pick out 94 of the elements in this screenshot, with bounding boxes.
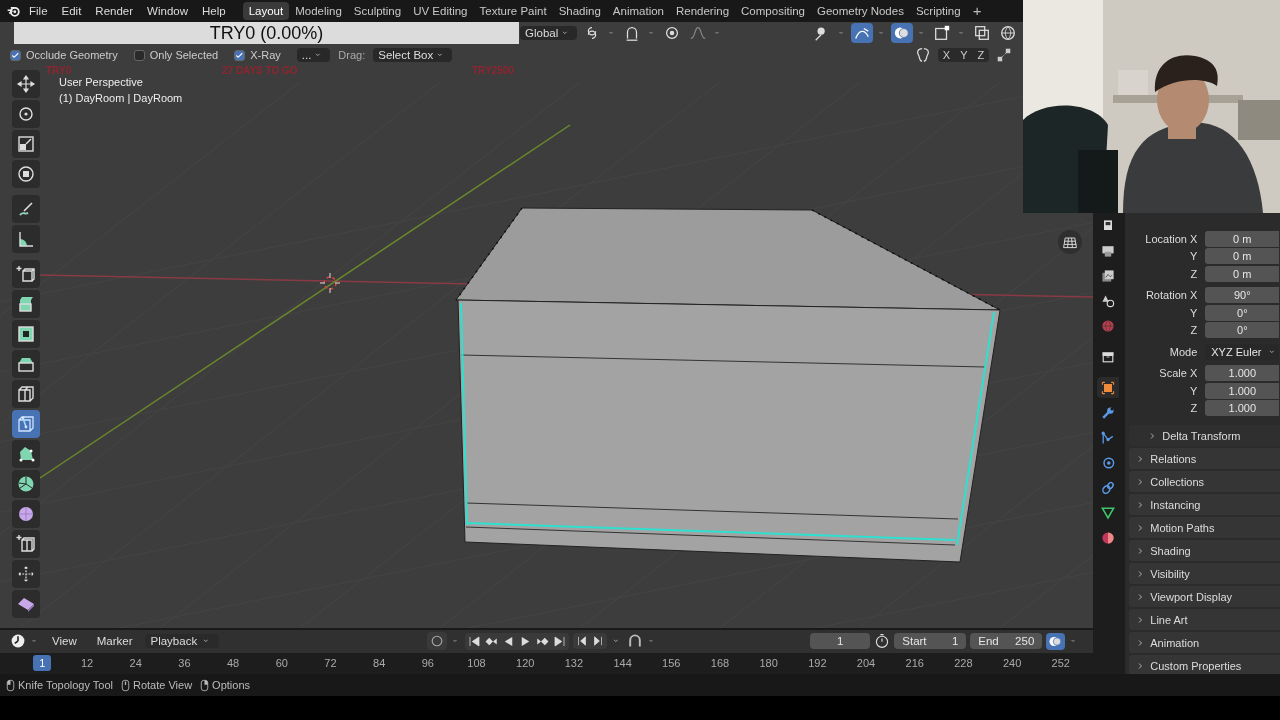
dropdown[interactable]: ... (296, 48, 331, 62)
workspace-tab[interactable]: Shading (552, 2, 607, 20)
axis-toggle[interactable]: Z (972, 48, 990, 62)
menu-item[interactable]: Marker (88, 635, 141, 648)
field-label: Y (1188, 306, 1199, 319)
frame-number: 108 (466, 656, 487, 672)
menu-item[interactable]: Edit (54, 5, 89, 17)
overlay-text: 27 DAYS TO GO (222, 65, 298, 76)
orientation-dropdown[interactable]: Global (520, 26, 578, 40)
frame-number: 252 (1050, 656, 1071, 672)
dropdown[interactable]: Select Box (373, 48, 453, 62)
menu-item[interactable]: Help (195, 5, 233, 17)
panel-header[interactable]: Motion Paths (1129, 517, 1280, 538)
frame-number: 168 (709, 656, 731, 672)
panel-header[interactable]: Viewport Display (1129, 586, 1280, 607)
panel-header[interactable]: Shading (1129, 540, 1280, 561)
number-field[interactable]: 0 m (1205, 265, 1280, 282)
frame-number: 180 (758, 656, 779, 672)
number-field[interactable]: 1.000 (1205, 365, 1280, 382)
frame-number: 204 (855, 656, 877, 672)
overlay-text: TRY2500 (472, 65, 514, 76)
subpanel-header[interactable]: Delta Transform (1129, 425, 1280, 446)
workspace-tab[interactable]: Geometry Nodes (811, 2, 910, 20)
checkbox[interactable]: X-Ray (234, 49, 291, 61)
workspace-tab[interactable]: Layout (242, 2, 290, 20)
frame-number: 120 (515, 656, 536, 672)
number-field[interactable]: 0 m (1205, 230, 1280, 247)
menu-item[interactable]: Render (88, 5, 141, 17)
field-label: Y (1188, 384, 1199, 397)
add-workspace-button[interactable]: + (966, 2, 988, 20)
axis-toggle[interactable]: X (937, 48, 956, 62)
frame-range-field[interactable]: Start 1 (894, 633, 967, 650)
panel-header[interactable]: Relations (1129, 448, 1280, 469)
workspace-tab[interactable]: Texture Paint (473, 2, 553, 20)
frame-number: 84 (372, 656, 387, 672)
frame-number: 1 (33, 655, 52, 672)
status-hint: Options (212, 679, 251, 691)
panel-header[interactable]: Instancing (1129, 494, 1280, 515)
progress-banner: TRY0 (0.00%) (14, 22, 519, 44)
frame-number: 36 (177, 656, 192, 672)
number-field[interactable]: 90° (1205, 287, 1280, 304)
label-text: Drag: (337, 49, 367, 61)
frame-number: 60 (274, 656, 289, 672)
number-field[interactable]: 1.000 (1205, 400, 1280, 417)
number-field[interactable]: 0° (1205, 304, 1280, 321)
workspace-tab[interactable]: Scripting (909, 2, 967, 20)
menu-item[interactable]: Window (140, 5, 195, 17)
object-info: (1) DayRoom | DayRoom (59, 91, 183, 106)
number-field[interactable]: 0° (1205, 322, 1280, 339)
field-label: Location X (1144, 232, 1199, 245)
field-label: Z (1189, 324, 1199, 337)
axis-toggle[interactable]: Y (955, 48, 973, 62)
field-label: Z (1189, 402, 1199, 415)
workspace-tab[interactable]: Sculpting (347, 2, 408, 20)
checkbox[interactable]: Occlude Geometry (10, 49, 128, 61)
field-label: Y (1188, 250, 1199, 263)
panel-header[interactable]: Custom Properties (1129, 655, 1280, 674)
frame-number: 132 (563, 656, 585, 672)
number-field[interactable]: 0 m (1205, 248, 1280, 265)
number-field[interactable]: 1.000 (1205, 382, 1280, 399)
field-label: Mode (1168, 345, 1199, 358)
status-hint: Knife Topology Tool (18, 679, 113, 691)
status-hint: Rotate View (133, 679, 193, 691)
frame-number: 156 (661, 656, 682, 672)
frame-number: 228 (953, 656, 974, 672)
workspace-tab[interactable]: Animation (606, 2, 670, 20)
workspace-tab[interactable]: Modeling (289, 2, 348, 20)
field-label: Z (1189, 267, 1199, 280)
workspace-tab[interactable]: UV Editing (407, 2, 474, 20)
field-label: Rotation X (1144, 289, 1199, 302)
panel-header[interactable]: Line Art (1129, 609, 1280, 630)
frame-number: 240 (1001, 656, 1023, 672)
frame-range-field[interactable]: End 250 (970, 633, 1043, 650)
menu-item[interactable]: File (22, 5, 55, 17)
view-name: User Perspective (59, 75, 144, 90)
frame-number: 24 (128, 656, 143, 672)
frame-number: 12 (79, 656, 95, 672)
checkbox[interactable]: Only Selected (133, 49, 229, 61)
workspace-tab[interactable]: Compositing (735, 2, 811, 20)
workspace-tab[interactable]: Rendering (670, 2, 736, 20)
panel-header[interactable]: Animation (1129, 632, 1280, 653)
playback-menu[interactable]: Playback (144, 634, 220, 649)
frame-number: 48 (225, 656, 241, 672)
panel-header[interactable]: Visibility (1129, 563, 1280, 584)
current-frame-field[interactable]: 1 (810, 633, 871, 650)
frame-number: 72 (323, 656, 338, 672)
field-label: Scale X (1158, 367, 1199, 380)
overlay-text: TRY0 (46, 65, 72, 76)
frame-number: 96 (420, 656, 435, 672)
frame-number: 192 (807, 656, 828, 672)
panel-header[interactable]: Collections (1129, 471, 1280, 492)
frame-number: 144 (612, 656, 633, 672)
menu-item[interactable]: View (44, 635, 85, 648)
frame-number: 216 (904, 656, 925, 672)
